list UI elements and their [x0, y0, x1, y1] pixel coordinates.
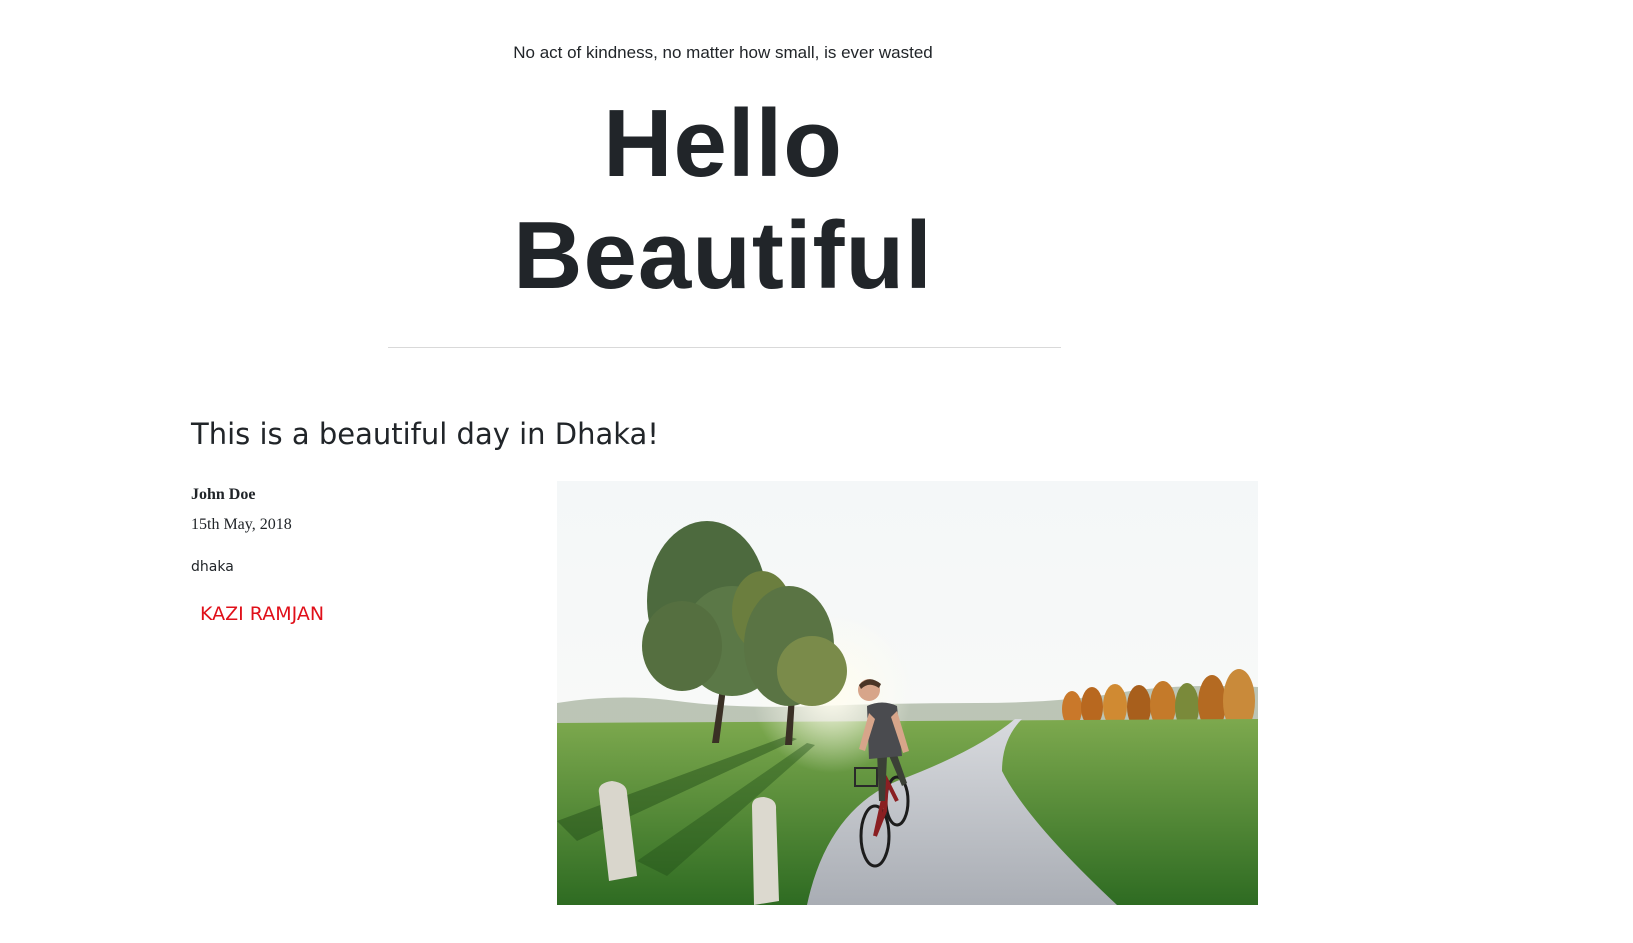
- post-title: This is a beautiful day in Dhaka!: [191, 417, 659, 451]
- page: No act of kindness, no matter how small,…: [0, 0, 1633, 943]
- tagline: No act of kindness, no matter how small,…: [513, 43, 933, 62]
- post-photo: [557, 481, 1258, 905]
- hero-title: Hello Beautiful: [0, 88, 1446, 312]
- post-author: John Doe: [191, 486, 256, 503]
- post-date: 15th May, 2018: [191, 516, 292, 533]
- post-location: dhaka: [191, 559, 234, 575]
- divider: [388, 347, 1061, 348]
- cyclist-park-photo: [557, 481, 1258, 905]
- signature-text: KAZI RAMJAN: [200, 603, 325, 625]
- hero-title-line-2: Beautiful: [513, 202, 933, 309]
- hero-title-line-1: Hello: [603, 90, 843, 197]
